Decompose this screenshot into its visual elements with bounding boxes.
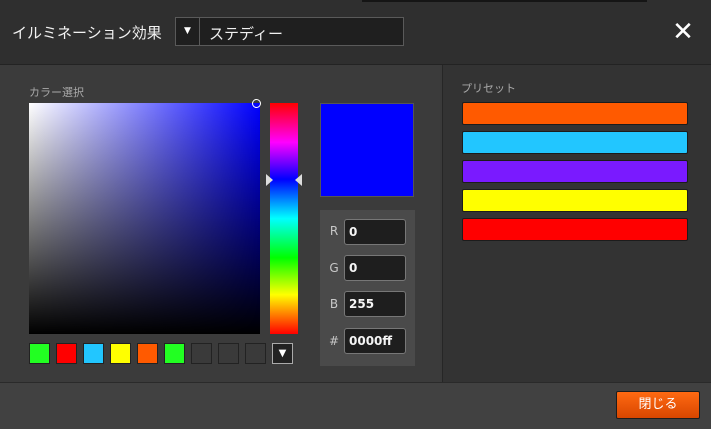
effect-mode-value[interactable]: ステディー bbox=[209, 23, 283, 44]
swatch-5[interactable] bbox=[137, 343, 158, 364]
effect-mode-dropdown[interactable]: ▼ ステディー bbox=[175, 17, 404, 46]
preset-label: プリセット bbox=[461, 82, 516, 95]
color-handle[interactable] bbox=[252, 99, 261, 108]
swatch-4[interactable] bbox=[110, 343, 131, 364]
dialog-title: イルミネーション効果 bbox=[12, 24, 162, 42]
swatch-9[interactable] bbox=[245, 343, 266, 364]
preset-3[interactable] bbox=[462, 160, 688, 183]
swatch-1[interactable] bbox=[29, 343, 50, 364]
swatch-8[interactable] bbox=[218, 343, 239, 364]
hue-slider[interactable] bbox=[270, 103, 298, 334]
saturation-value-picker[interactable] bbox=[29, 103, 260, 334]
preset-4[interactable] bbox=[462, 189, 688, 212]
red-label: R bbox=[329, 224, 339, 238]
blue-input[interactable]: 255 bbox=[344, 291, 406, 317]
selected-color-preview bbox=[320, 103, 414, 197]
preset-5[interactable] bbox=[462, 218, 688, 241]
hue-marker-left-icon[interactable] bbox=[266, 174, 273, 186]
green-input[interactable]: 0 bbox=[344, 255, 406, 281]
preset-1[interactable] bbox=[462, 102, 688, 125]
swatch-menu-icon[interactable]: ▼ bbox=[272, 343, 293, 364]
hue-marker-right-icon[interactable] bbox=[295, 174, 302, 186]
dropdown-arrow-icon[interactable]: ▼ bbox=[176, 18, 200, 45]
hex-input[interactable]: 0000ff bbox=[344, 328, 406, 354]
dialog-footer bbox=[0, 382, 711, 429]
close-icon[interactable]: ✕ bbox=[669, 18, 697, 46]
red-input[interactable]: 0 bbox=[344, 219, 406, 245]
color-selection-label: カラー選択 bbox=[29, 86, 84, 99]
swatch-7[interactable] bbox=[191, 343, 212, 364]
swatch-3[interactable] bbox=[83, 343, 104, 364]
close-button[interactable]: 閉じる bbox=[616, 391, 700, 419]
blue-label: B bbox=[329, 297, 339, 311]
top-divider bbox=[362, 0, 647, 2]
hex-label: # bbox=[328, 334, 340, 348]
green-label: G bbox=[329, 261, 339, 275]
swatch-6[interactable] bbox=[164, 343, 185, 364]
swatch-2[interactable] bbox=[56, 343, 77, 364]
preset-2[interactable] bbox=[462, 131, 688, 154]
